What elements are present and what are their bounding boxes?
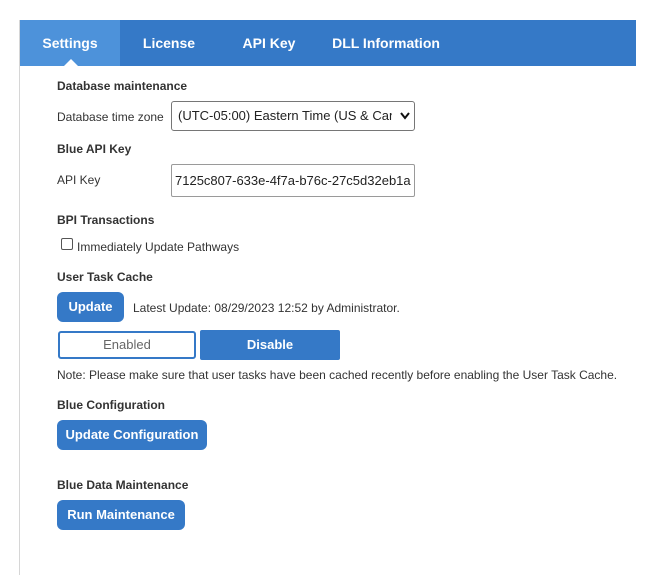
tab-license-label: License xyxy=(142,35,196,51)
content-left-border xyxy=(19,20,20,575)
run-maintenance-button[interactable]: Run Maintenance xyxy=(57,500,185,530)
tab-bar: Settings License API Key DLL Information xyxy=(20,20,636,66)
disable-toggle-button[interactable]: Disable xyxy=(200,330,340,360)
database-time-zone-value: (UTC-05:00) Eastern Time (US & Canada) xyxy=(178,108,392,123)
api-key-input[interactable]: 7125c807-633e-4f7a-b76c-27c5d32eb1a xyxy=(171,164,415,197)
chevron-down-icon xyxy=(400,102,410,130)
blue-data-maintenance-heading: Blue Data Maintenance xyxy=(57,478,189,492)
immediately-update-pathways-label: Immediately Update Pathways xyxy=(77,240,240,254)
tab-settings-label: Settings xyxy=(42,35,98,51)
database-time-zone-label: Database time zone xyxy=(57,110,164,124)
active-tab-caret-icon xyxy=(64,59,78,66)
update-configuration-button[interactable]: Update Configuration xyxy=(57,420,207,450)
user-task-cache-note: Note: Please make sure that user tasks h… xyxy=(57,368,618,382)
tab-dll-information[interactable]: DLL Information xyxy=(326,20,446,66)
tab-settings[interactable]: Settings xyxy=(20,20,120,66)
bpi-transactions-heading: BPI Transactions xyxy=(57,213,155,227)
api-key-label: API Key xyxy=(57,173,101,187)
blue-configuration-heading: Blue Configuration xyxy=(57,398,165,412)
tab-license[interactable]: License xyxy=(132,20,206,66)
database-time-zone-select[interactable]: (UTC-05:00) Eastern Time (US & Canada) xyxy=(171,101,415,131)
tab-api-key-label: API Key xyxy=(242,35,296,51)
immediately-update-pathways-checkbox[interactable] xyxy=(61,238,73,250)
blue-api-key-heading: Blue API Key xyxy=(57,142,132,156)
enabled-toggle-button[interactable]: Enabled xyxy=(58,331,196,359)
tab-api-key[interactable]: API Key xyxy=(234,20,304,66)
update-cache-button[interactable]: Update xyxy=(57,292,124,322)
database-maintenance-heading: Database maintenance xyxy=(57,79,188,93)
user-task-cache-heading: User Task Cache xyxy=(57,270,153,284)
tab-dll-information-label: DLL Information xyxy=(332,35,440,51)
latest-update-text: Latest Update: 08/29/2023 12:52 by Admin… xyxy=(133,301,400,315)
